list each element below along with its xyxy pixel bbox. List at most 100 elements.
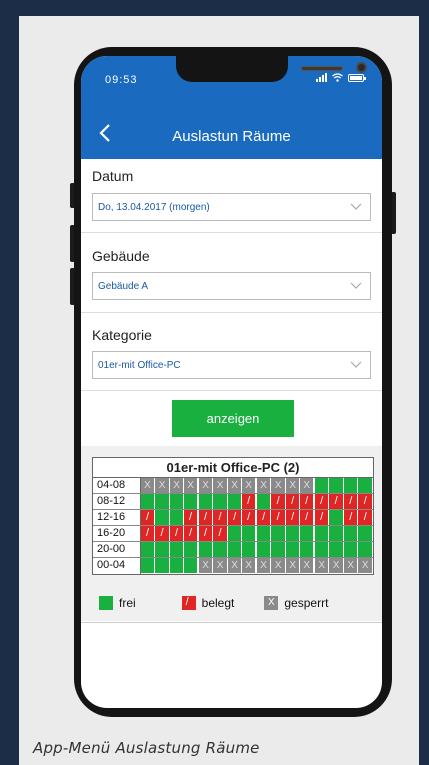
slot-frei <box>300 542 315 557</box>
gebaeude-label: Gebäude <box>92 248 150 264</box>
slot-frei <box>227 526 243 541</box>
slot-frei <box>227 542 243 557</box>
slot-belegt <box>227 510 243 525</box>
slot-frei <box>358 478 373 493</box>
slot-belegt <box>140 526 156 541</box>
slot-gesperrt: X <box>300 478 315 493</box>
legend-gesperrt-swatch: X <box>264 596 279 610</box>
occupancy-row-time: 16-20 <box>93 526 141 541</box>
slot-frei <box>213 494 228 509</box>
legend-belegt-swatch <box>181 596 196 610</box>
slot-frei <box>343 478 359 493</box>
slot-gesperrt: X <box>198 558 214 573</box>
slot-frei <box>155 558 170 573</box>
slot-frei <box>343 542 359 557</box>
kategorie-label: Kategorie <box>92 327 152 343</box>
app-header: 09:53 Auslastun Räume <box>81 56 382 159</box>
image-caption: App-Menü Auslastung Räume <box>33 739 260 757</box>
slot-frei <box>256 526 272 541</box>
occupancy-row: 12-16 <box>93 510 373 526</box>
chevron-down-icon <box>350 282 362 289</box>
kategorie-select[interactable]: 01er-mit Office-PC <box>92 351 371 379</box>
slot-gesperrt: X <box>300 558 315 573</box>
datum-label: Datum <box>92 168 134 184</box>
slot-frei <box>198 494 214 509</box>
slot-belegt <box>242 510 257 525</box>
slot-belegt <box>184 510 199 525</box>
divider <box>81 622 382 623</box>
slot-frei <box>329 510 344 525</box>
datum-select[interactable]: Do, 13.04.2017 (morgen) <box>92 193 371 221</box>
occupancy-row: 08-12 <box>93 494 373 510</box>
slot-gesperrt: X <box>285 478 301 493</box>
slot-frei <box>271 542 286 557</box>
slot-gesperrt: X <box>256 478 272 493</box>
slot-frei <box>227 494 243 509</box>
slot-frei <box>242 526 257 541</box>
anzeigen-button[interactable]: anzeigen <box>172 400 294 437</box>
slot-gesperrt: X <box>140 478 156 493</box>
slot-gesperrt: X <box>358 558 373 573</box>
legend-frei-label: frei <box>119 596 136 610</box>
slot-gesperrt: X <box>213 478 228 493</box>
slot-gesperrt: X <box>271 558 286 573</box>
slot-frei <box>169 558 185 573</box>
slot-frei <box>213 542 228 557</box>
status-time: 09:53 <box>105 74 138 86</box>
slot-belegt <box>155 526 170 541</box>
occupancy-row-time: 00-04 <box>93 558 141 574</box>
slot-belegt <box>314 510 330 525</box>
slot-gesperrt: X <box>242 478 257 493</box>
camera <box>356 62 367 73</box>
slot-belegt <box>271 510 286 525</box>
occupancy-row-time: 20-00 <box>93 542 141 557</box>
legend-belegt-label: belegt <box>201 596 235 610</box>
slot-frei <box>314 478 330 493</box>
gebaeude-select[interactable]: Gebäude A <box>92 272 371 300</box>
occupancy-title: 01er-mit Office-PC (2) <box>93 458 373 478</box>
slot-belegt <box>213 526 228 541</box>
slot-frei <box>155 542 170 557</box>
slot-gesperrt: X <box>314 558 330 573</box>
slot-frei <box>140 494 156 509</box>
wifi-icon <box>332 73 343 82</box>
slot-belegt <box>184 526 199 541</box>
slot-gesperrt: X <box>213 558 228 573</box>
slot-gesperrt: X <box>329 558 344 573</box>
slot-gesperrt: X <box>256 558 272 573</box>
gebaeude-value: Gebäude A <box>98 281 149 292</box>
slot-frei <box>256 494 272 509</box>
battery-icon <box>348 73 366 82</box>
slot-frei <box>184 558 199 573</box>
chevron-down-icon <box>350 203 362 210</box>
slot-belegt <box>358 510 373 525</box>
slot-gesperrt: X <box>227 558 243 573</box>
occupancy-row-time: 08-12 <box>93 494 141 509</box>
occupancy-row: 16-20 <box>93 526 373 542</box>
slot-belegt <box>242 494 257 509</box>
slot-gesperrt: X <box>155 478 170 493</box>
slot-gesperrt: X <box>271 478 286 493</box>
slot-frei <box>198 542 214 557</box>
occupancy-row: 04-08 X X X X X X X X X X X X <box>93 478 373 494</box>
slot-frei <box>140 542 156 557</box>
slot-frei <box>271 526 286 541</box>
slot-gesperrt: X <box>169 478 185 493</box>
slot-belegt <box>169 526 185 541</box>
slot-belegt <box>300 510 315 525</box>
occupancy-rows: 04-08XXXXXXXXXXXX08-1212-1616-2020-0000-… <box>93 478 373 574</box>
phone-screen: 09:53 Auslastun Räume Datum Do, 13.04.20… <box>81 56 382 708</box>
slot-gesperrt: X <box>227 478 243 493</box>
slot-belegt <box>329 494 344 509</box>
occupancy-row-time: 04-08 <box>93 478 141 493</box>
slot-frei <box>329 478 344 493</box>
slot-frei <box>242 542 257 557</box>
slot-frei <box>358 526 373 541</box>
occupancy-row: 20-00 <box>93 542 373 558</box>
slot-frei <box>343 526 359 541</box>
slot-frei <box>184 494 199 509</box>
slot-frei <box>314 542 330 557</box>
chevron-down-icon <box>350 361 362 368</box>
slot-belegt <box>285 510 301 525</box>
slot-frei <box>140 558 156 573</box>
